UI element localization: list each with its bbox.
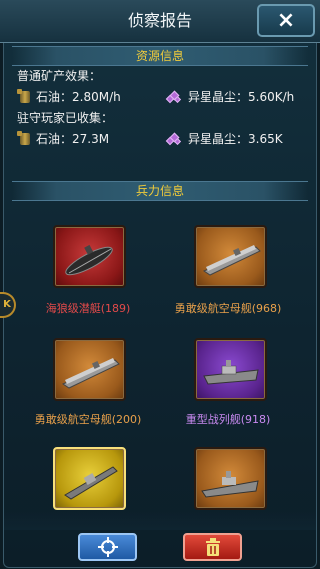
- oil-label: 石油：: [36, 132, 73, 146]
- crystal-dust-icon: [165, 132, 182, 145]
- page-title: 侦察报告: [127, 11, 192, 30]
- crosshair-icon: [97, 537, 118, 557]
- unit-caption: 勇敢级航空母舰(968): [174, 302, 282, 315]
- title-bar: 侦察报告 ×: [0, 0, 320, 43]
- unit-caption: 海狼级潜艇(189): [45, 302, 131, 315]
- battleship-icon: [203, 360, 259, 385]
- battleship-icon: [201, 471, 259, 498]
- production-dust: 异星晶尘： 5.60K/h: [165, 88, 295, 105]
- unit-caption: 重型战列舰(918): [185, 413, 271, 426]
- cruiser-icon: [64, 466, 118, 500]
- unit-card-battleship[interactable]: [194, 447, 267, 510]
- oil-barrel-icon: [17, 130, 30, 145]
- trash-icon: [205, 538, 220, 556]
- aircraft-carrier-icon: [202, 245, 261, 276]
- oil-rate-value: 2.80M/h: [72, 89, 121, 104]
- crystal-dust-icon: [165, 90, 182, 103]
- close-icon: ×: [276, 8, 296, 33]
- oil-label: 石油：: [36, 90, 73, 104]
- submarine-icon: [65, 244, 113, 276]
- oil-barrel-icon: [17, 88, 30, 103]
- dust-label: 异星晶尘：: [188, 132, 249, 146]
- list-fade: [4, 510, 316, 530]
- production-label: 普通矿产效果：: [17, 69, 102, 83]
- collected-dust: 异星晶尘： 3.65K: [165, 130, 283, 147]
- section-header-resources: 资源信息: [12, 46, 308, 66]
- dust-label: 异星晶尘：: [188, 90, 249, 104]
- collected-oil: 石油： 27.3M: [17, 130, 110, 147]
- unit-caption: 勇敢级航空母舰(200): [34, 413, 142, 426]
- dust-rate-value: 5.60K/h: [248, 89, 295, 104]
- section-header-forces: 兵力信息: [12, 181, 308, 201]
- production-oil: 石油： 2.80M/h: [17, 88, 121, 105]
- unit-card-submarine[interactable]: [53, 225, 126, 288]
- collected-label: 驻守玩家已收集：: [17, 111, 114, 125]
- unit-card-battleship[interactable]: [194, 338, 267, 401]
- side-tab-label: K: [3, 299, 11, 310]
- delete-button[interactable]: [183, 533, 242, 561]
- close-button[interactable]: ×: [257, 4, 315, 37]
- aircraft-carrier-icon: [61, 358, 120, 389]
- unit-card-carrier[interactable]: [53, 338, 126, 401]
- locate-button[interactable]: [78, 533, 137, 561]
- unit-card-carrier[interactable]: [194, 225, 267, 288]
- oil-collected-value: 27.3M: [72, 131, 110, 146]
- dust-collected-value: 3.65K: [248, 131, 283, 146]
- unit-card-cruiser[interactable]: [53, 447, 126, 510]
